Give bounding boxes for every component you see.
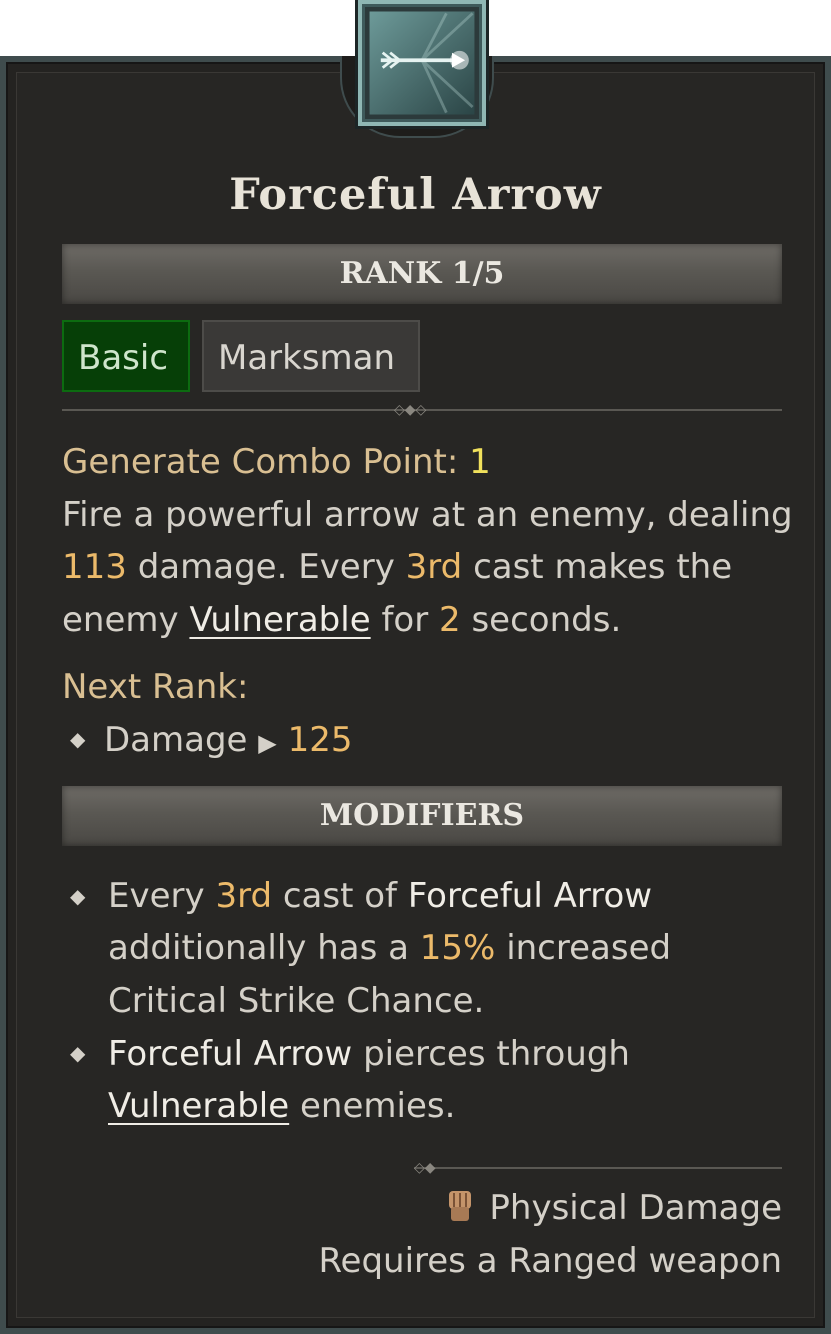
divider-ornament-icon: ◇◆: [414, 1160, 436, 1176]
description-text: damage. Every: [137, 547, 395, 587]
description-text: seconds.: [471, 600, 622, 640]
description-line-3: enemy Vulnerable for 2 seconds.: [62, 594, 621, 646]
bullet-icon: ◆: [70, 1041, 86, 1065]
modifiers-banner: MODIFIERS: [62, 786, 782, 846]
tag-basic: Basic: [62, 320, 190, 392]
next-rank-stat: Damage ▶ 125: [104, 714, 352, 769]
tag-marksman: Marksman: [202, 320, 420, 392]
damage-value: 113: [62, 547, 127, 587]
damage-type-label: Physical Damage: [489, 1188, 782, 1228]
weapon-requirement: Requires a Ranged weapon: [318, 1241, 782, 1281]
seconds-value: 2: [439, 600, 461, 640]
modifier-text: enemies.: [300, 1086, 456, 1126]
modifier-2-line-2: Vulnerable enemies.: [108, 1080, 455, 1132]
generate-value: 1: [469, 442, 491, 482]
modifier-text: pierces through: [363, 1034, 630, 1074]
bullet-icon: ◆: [70, 727, 86, 751]
description-text: cast makes the: [473, 547, 733, 587]
stat-label: Damage: [104, 720, 248, 760]
modifier-text: Every: [108, 876, 205, 916]
modifier-value: 15%: [419, 928, 496, 968]
arrow-right-icon: ▶: [258, 729, 277, 757]
bullet-icon: ◆: [70, 884, 86, 908]
description-line-1: Fire a powerful arrow at an enemy, deali…: [62, 495, 793, 535]
modifier-1-line-1: Every 3rd cast of Forceful Arrow: [108, 870, 652, 922]
modifier-value: 3rd: [215, 876, 273, 916]
modifier-text: increased: [506, 928, 672, 968]
rank-label: RANK 1/5: [339, 256, 505, 291]
footer-divider: [414, 1167, 782, 1169]
stat-value: 125: [287, 720, 353, 760]
modifier-text: cast of: [282, 876, 398, 916]
vulnerable-keyword-link[interactable]: Vulnerable: [189, 600, 370, 640]
modifier-1-line-3: Critical Strike Chance.: [108, 981, 485, 1021]
modifiers-header: MODIFIERS: [319, 798, 525, 833]
skill-reference: Forceful Arrow: [108, 1034, 353, 1074]
every-value: 3rd: [405, 547, 463, 587]
generate-combo-line: Generate Combo Point: 1: [62, 436, 491, 488]
skill-name: Forceful Arrow: [229, 170, 602, 220]
skill-icon: [358, 0, 486, 126]
description-text: enemy: [62, 600, 179, 640]
rank-banner: RANK 1/5: [62, 244, 782, 304]
generate-label: Generate Combo Point:: [62, 442, 459, 482]
arrow-icon: [369, 11, 475, 115]
modifier-1-line-2: additionally has a 15% increased: [108, 922, 671, 974]
divider-ornament-icon: ◇◆◇: [394, 402, 427, 418]
modifier-2-line-1: Forceful Arrow pierces through: [108, 1028, 630, 1080]
skill-reference: Forceful Arrow: [407, 876, 653, 916]
vulnerable-keyword-link[interactable]: Vulnerable: [108, 1086, 289, 1126]
modifier-text: additionally has a: [108, 928, 409, 968]
description-line-2: 113 damage. Every 3rd cast makes the: [62, 541, 732, 593]
damage-type-line: Physical Damage: [445, 1182, 782, 1234]
next-rank-label: Next Rank:: [62, 667, 249, 707]
description-text: for: [381, 600, 429, 640]
fist-icon: [449, 1191, 472, 1221]
